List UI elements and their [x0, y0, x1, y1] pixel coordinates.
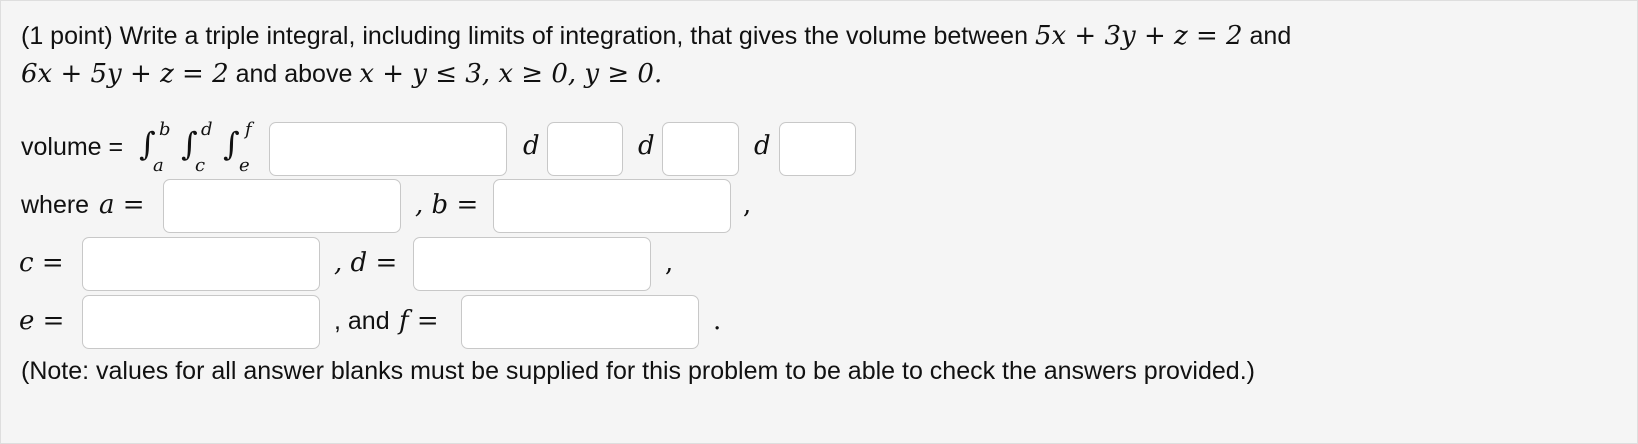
lower-limit-c: c: [195, 155, 206, 176]
d-label: , d =: [334, 248, 398, 278]
problem-line-2: 6x + 5y + z = 2 and above x + y ≤ 3, x ≥…: [21, 59, 662, 89]
differential-label-2: d: [638, 131, 655, 161]
e-input[interactable]: [82, 295, 320, 349]
where-label: where: [21, 191, 90, 219]
lower-limit-e: e: [239, 155, 250, 176]
plane-2-equation: 6x + 5y + z = 2: [21, 59, 229, 89]
problem-panel: (1 point) Write a triple integral, inclu…: [0, 0, 1638, 444]
lower-limit-a: a: [153, 155, 164, 176]
c-label: c =: [19, 248, 64, 278]
differential-2-input[interactable]: [662, 122, 739, 176]
final-period: .: [713, 306, 722, 336]
upper-limit-d: d: [201, 119, 213, 140]
differential-1-input[interactable]: [547, 122, 623, 176]
upper-limit-b: b: [159, 119, 171, 140]
differential-label-1: d: [523, 131, 540, 161]
b-input[interactable]: [493, 179, 731, 233]
differential-3-input[interactable]: [779, 122, 856, 176]
volume-label: volume =: [21, 133, 124, 161]
comma-after-b: ,: [743, 190, 752, 220]
integral-sign-inner: ∫: [223, 125, 240, 163]
and-label: , and: [334, 307, 390, 335]
upper-limit-f: f: [245, 119, 252, 140]
region-inequalities: x + y ≤ 3, x ≥ 0, y ≥ 0.: [359, 59, 663, 89]
note-text: (Note: values for all answer blanks must…: [21, 357, 1255, 385]
e-label: e =: [19, 306, 65, 336]
integrand-input[interactable]: [269, 122, 507, 176]
problem-line-1: (1 point) Write a triple integral, inclu…: [21, 21, 1291, 51]
problem-prefix: (1 point) Write a triple integral, inclu…: [21, 22, 1028, 50]
a-input[interactable]: [163, 179, 401, 233]
c-input[interactable]: [82, 237, 320, 291]
differential-label-3: d: [754, 131, 771, 161]
b-label: , b =: [415, 190, 479, 220]
plane-1-equation: 5x + 3y + z = 2: [1034, 21, 1243, 51]
problem-and-1: and: [1249, 22, 1292, 50]
f-label: f =: [399, 306, 439, 336]
a-label: a =: [99, 190, 145, 220]
comma-after-d: ,: [665, 248, 674, 278]
f-input[interactable]: [461, 295, 699, 349]
d-input[interactable]: [413, 237, 651, 291]
problem-and-2: and above: [235, 60, 353, 88]
